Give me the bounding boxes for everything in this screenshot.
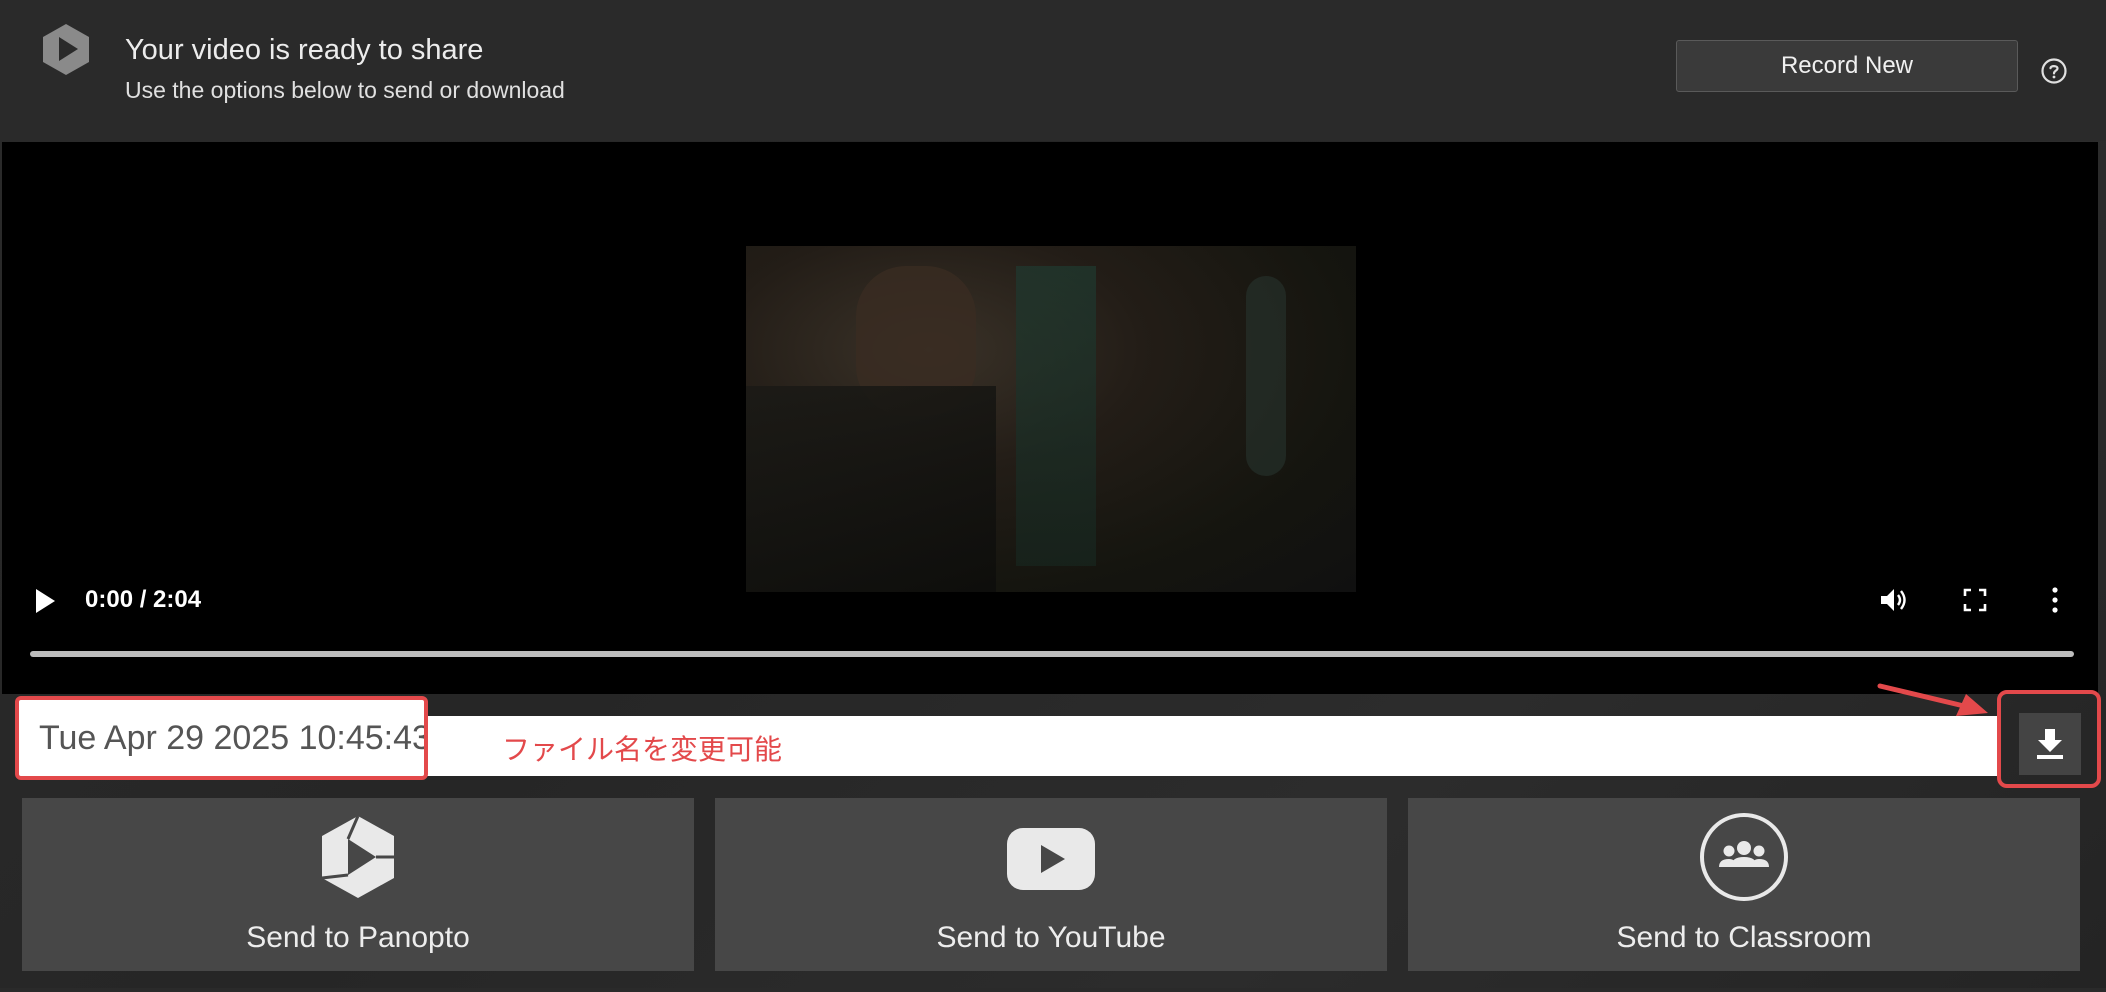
annotation-arrow — [1877, 683, 1988, 716]
progress-bar[interactable] — [30, 651, 2074, 657]
send-to-panopto-card[interactable]: Send to Panopto — [22, 798, 694, 971]
volume-icon[interactable] — [1878, 585, 1908, 615]
send-to-classroom-label: Send to Classroom — [1616, 921, 1872, 954]
filename-input[interactable] — [15, 696, 428, 780]
send-to-panopto-label: Send to Panopto — [246, 921, 470, 954]
annotation-label: ファイル名を変更可能 — [502, 733, 783, 766]
panopto-logo-icon — [43, 24, 89, 75]
record-new-button[interactable]: Record New — [1676, 40, 2018, 92]
page-title: Your video is ready to share — [125, 34, 484, 66]
send-to-youtube-label: Send to YouTube — [936, 921, 1166, 954]
video-player[interactable]: 0:00 / 2:04 — [2, 142, 2098, 694]
more-vertical-icon[interactable] — [2050, 586, 2060, 614]
send-to-classroom-card[interactable]: Send to Classroom — [1408, 798, 2080, 971]
download-button[interactable] — [2019, 713, 2081, 775]
header: Your video is ready to share Use the opt… — [0, 0, 2106, 141]
play-icon[interactable] — [34, 588, 56, 614]
footer-strip — [0, 988, 2106, 992]
youtube-icon — [1007, 828, 1095, 890]
classroom-icon — [1700, 813, 1788, 901]
page-subtitle: Use the options below to send or downloa… — [125, 77, 565, 103]
help-circle-icon[interactable] — [2040, 57, 2068, 85]
fullscreen-icon[interactable] — [1963, 588, 1987, 612]
time-display: 0:00 / 2:04 — [85, 586, 202, 613]
video-frame[interactable] — [746, 246, 1356, 592]
send-to-youtube-card[interactable]: Send to YouTube — [715, 798, 1387, 971]
panopto-icon — [321, 815, 394, 898]
share-video-window: Your video is ready to share Use the opt… — [0, 0, 2106, 992]
download-icon — [2037, 729, 2063, 759]
